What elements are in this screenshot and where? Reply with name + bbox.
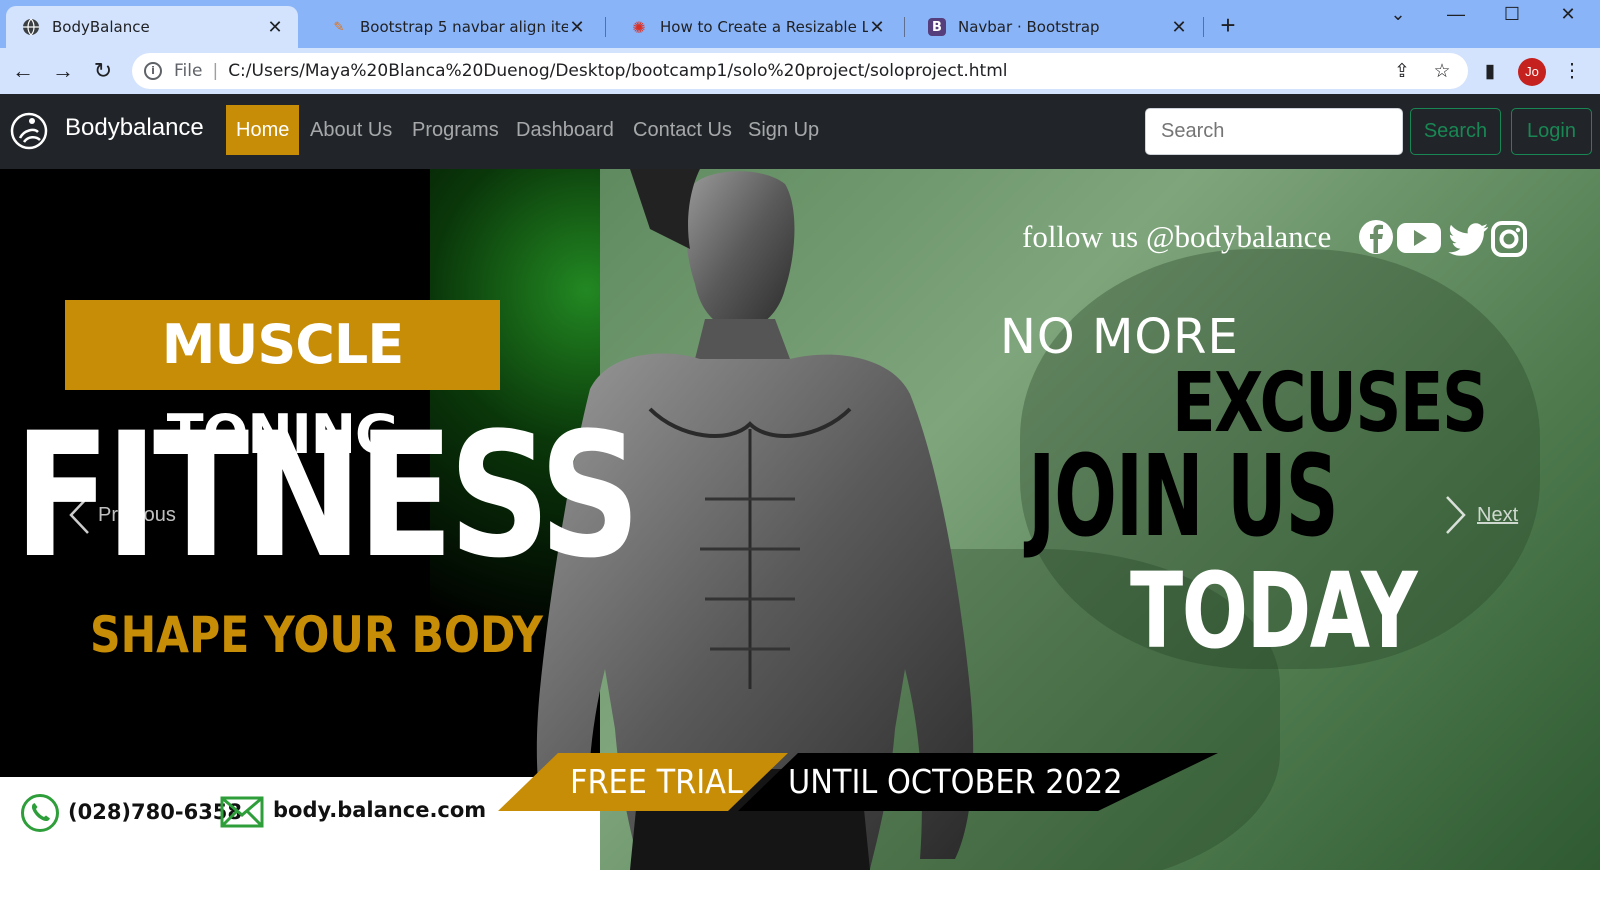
tab-search-chevron-icon[interactable]: ⌄ — [1378, 4, 1418, 30]
phone-number: (028)780-6358 — [68, 800, 243, 824]
search-button[interactable]: Search — [1410, 108, 1501, 155]
minimize-icon[interactable]: — — [1436, 4, 1476, 30]
address-divider: | — [212, 61, 219, 81]
nav-sign-up[interactable]: Sign Up — [738, 105, 829, 155]
bodybalance-logo-icon[interactable] — [10, 112, 48, 150]
shape-your-body-tagline: SHAPE YOUR BODY — [90, 606, 543, 664]
carousel-next-button[interactable]: Next — [1445, 495, 1518, 535]
profile-avatar[interactable]: Jo — [1518, 58, 1546, 86]
login-button[interactable]: Login — [1511, 108, 1592, 155]
globe-icon — [22, 18, 40, 36]
site-navbar: Bodybalance Home About Us Programs Dashb… — [0, 94, 1600, 169]
site-info-icon[interactable]: i — [144, 62, 162, 80]
hero-carousel: MUSCLE TONING FITNESS SHAPE YOUR BODY fo… — [0, 169, 1600, 870]
close-tab-icon[interactable]: ✕ — [868, 17, 886, 38]
facebook-icon[interactable] — [1358, 219, 1394, 259]
browser-tab-strip: BodyBalance ✕ ✎ Bootstrap 5 navbar align… — [0, 0, 1600, 48]
gear-flower-icon: ✺ — [632, 17, 646, 37]
menu-kebab-icon[interactable]: ⋮ — [1560, 60, 1584, 84]
address-scheme: File — [174, 61, 203, 81]
new-tab-button[interactable]: + — [1214, 12, 1242, 40]
nav-dashboard[interactable]: Dashboard — [506, 105, 624, 155]
nav-about-us[interactable]: About Us — [300, 105, 402, 155]
share-icon[interactable]: ⇪ — [1390, 60, 1414, 84]
carousel-prev-button[interactable]: Previous — [68, 495, 176, 535]
email-address: body.balance.com — [273, 798, 487, 822]
phone-icon — [21, 794, 59, 832]
tab-separator — [605, 17, 606, 37]
carousel-prev-label: Previous — [98, 503, 176, 526]
tab-separator — [904, 17, 905, 37]
envelope-icon — [220, 796, 264, 828]
address-bar[interactable]: i File | C:/Users/Maya%20Blanca%20Duenog… — [132, 53, 1468, 89]
close-tab-icon[interactable]: ✕ — [266, 17, 284, 38]
pen-icon: ✎ — [333, 19, 345, 35]
chevron-right-icon — [1446, 496, 1466, 534]
close-window-icon[interactable]: ✕ — [1548, 4, 1588, 30]
follow-us-text: follow us @bodybalance — [1022, 219, 1332, 254]
tab-separator — [1203, 17, 1204, 37]
side-panel-icon[interactable]: ▮ — [1478, 60, 1502, 84]
browser-toolbar: ← → ↻ i File | C:/Users/Maya%20Blanca%20… — [0, 48, 1600, 94]
tab-resizable-left-nav[interactable]: ✺ How to Create a Resizable Left N ✕ — [614, 6, 900, 48]
nav-programs[interactable]: Programs — [402, 105, 509, 155]
address-url[interactable]: C:/Users/Maya%20Blanca%20Duenog/Desktop/… — [228, 61, 1007, 81]
search-input[interactable] — [1145, 108, 1403, 155]
bookmark-star-icon[interactable]: ☆ — [1430, 60, 1454, 84]
close-tab-icon[interactable]: ✕ — [568, 17, 586, 38]
nav-home[interactable]: Home — [226, 105, 300, 155]
carousel-next-label: Next — [1477, 503, 1519, 526]
tab-bootstrap-navbar-align[interactable]: ✎ Bootstrap 5 navbar align items ri ✕ — [314, 6, 600, 48]
maximize-icon[interactable]: ☐ — [1492, 4, 1532, 30]
youtube-icon[interactable] — [1396, 219, 1442, 259]
reload-icon[interactable]: ↻ — [88, 56, 118, 86]
until-october-text: UNTIL OCTOBER 2022 — [788, 762, 1123, 801]
nav-contact-us[interactable]: Contact Us — [623, 105, 742, 155]
back-arrow-icon[interactable]: ← — [8, 56, 38, 86]
bootstrap-b-icon: B — [928, 18, 946, 36]
instagram-icon[interactable] — [1490, 219, 1528, 259]
muscle-toning-badge: MUSCLE TONING — [65, 300, 500, 466]
brand-name[interactable]: Bodybalance — [65, 114, 204, 142]
chevron-left-icon — [69, 496, 89, 534]
tab-bodybalance[interactable]: BodyBalance ✕ — [6, 6, 298, 48]
today-text: TODAY — [1130, 550, 1418, 672]
forward-arrow-icon[interactable]: → — [48, 56, 78, 86]
twitter-icon[interactable] — [1448, 219, 1488, 259]
tab-navbar-bootstrap[interactable]: B Navbar · Bootstrap ✕ — [912, 6, 1202, 48]
free-trial-text: FREE TRIAL — [570, 762, 743, 801]
join-us-text: JOIN US — [1028, 432, 1339, 562]
close-tab-icon[interactable]: ✕ — [1170, 17, 1188, 38]
